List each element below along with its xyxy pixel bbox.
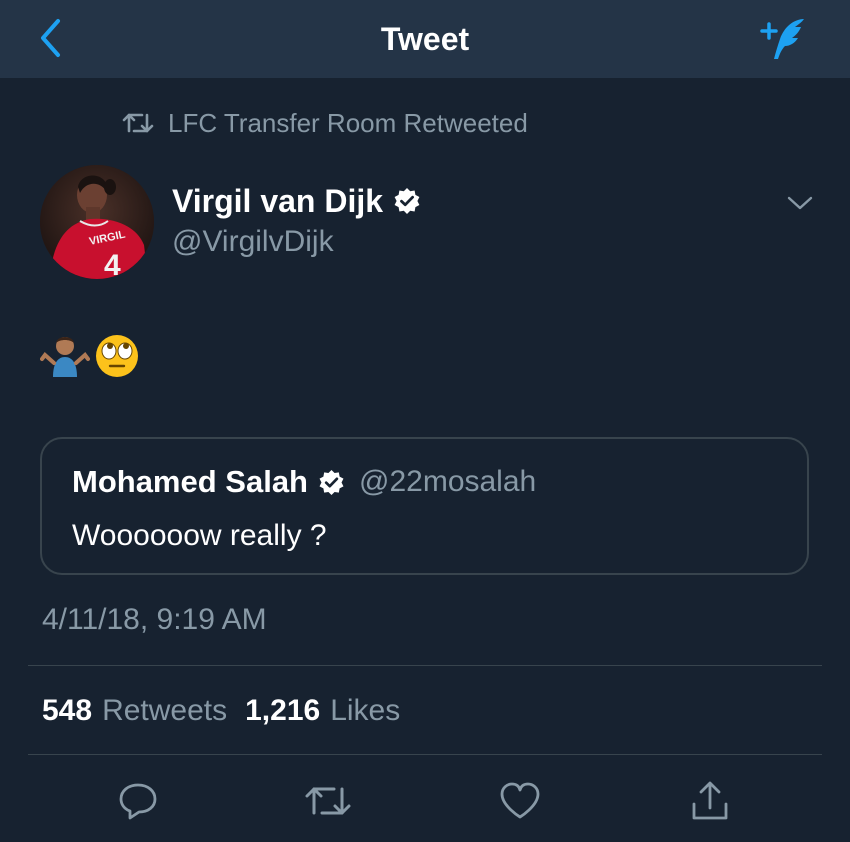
quoted-tweet[interactable]: Mohamed Salah @22mosalah Woooooow really… [40, 437, 809, 575]
retweets-label: Retweets [102, 694, 228, 727]
likes-count: 1,216 [245, 694, 321, 727]
tweet-options-button[interactable] [782, 188, 818, 218]
divider [28, 665, 822, 666]
retweet-icon [122, 113, 154, 133]
share-button[interactable] [680, 776, 740, 826]
retweet-context-label: LFC Transfer Room Retweeted [168, 107, 528, 138]
verified-badge-icon [319, 469, 344, 495]
author-handle[interactable]: @VirgilvDijk [172, 222, 334, 262]
like-icon [500, 782, 540, 819]
avatar-jersey-number: 4 [104, 249, 121, 279]
divider [28, 754, 822, 755]
retweet-context[interactable]: LFC Transfer Room Retweeted [122, 104, 528, 142]
tweet-detail-screen: Tweet LFC Transfer Room Retweeted VIRGIL… [0, 0, 850, 842]
back-button[interactable] [30, 14, 70, 62]
quoted-author-name: Mohamed Salah [72, 464, 308, 499]
compose-quill-icon [760, 19, 804, 59]
quoted-tweet-header: Mohamed Salah @22mosalah [72, 461, 536, 503]
chevron-left-icon [41, 19, 60, 57]
navigation-bar: Tweet [0, 0, 850, 78]
reply-icon [119, 783, 157, 820]
quoted-author-handle: @22mosalah [359, 465, 537, 498]
tweet-text [40, 332, 140, 380]
person-shrugging-emoji [40, 337, 90, 377]
likes-stat[interactable]: 1,216 Likes [245, 694, 400, 728]
retweet-icon [305, 787, 351, 815]
eye-roll-emoji [96, 335, 138, 377]
retweet-button[interactable] [298, 776, 358, 826]
share-icon [692, 781, 728, 820]
author-name: Virgil van Dijk [172, 182, 384, 219]
like-button[interactable] [490, 776, 550, 826]
compose-tweet-button[interactable] [752, 10, 816, 66]
tweet-stats: 548 Retweets 1,216 Likes [42, 690, 400, 732]
avatar[interactable]: VIRGIL 4 [40, 165, 154, 279]
reply-button[interactable] [108, 776, 168, 826]
chevron-down-icon [787, 196, 813, 210]
author-name-row[interactable]: Virgil van Dijk [172, 178, 421, 224]
avatar-photo: VIRGIL 4 [40, 165, 154, 279]
retweets-stat[interactable]: 548 Retweets [42, 694, 227, 728]
page-title: Tweet [380, 20, 470, 57]
retweets-count: 548 [42, 694, 93, 727]
tweet-timestamp: 4/11/18, 9:19 AM [42, 603, 267, 636]
quoted-tweet-text: Woooooow really ? [72, 519, 327, 552]
likes-label: Likes [330, 694, 401, 727]
verified-badge-icon [394, 188, 420, 214]
